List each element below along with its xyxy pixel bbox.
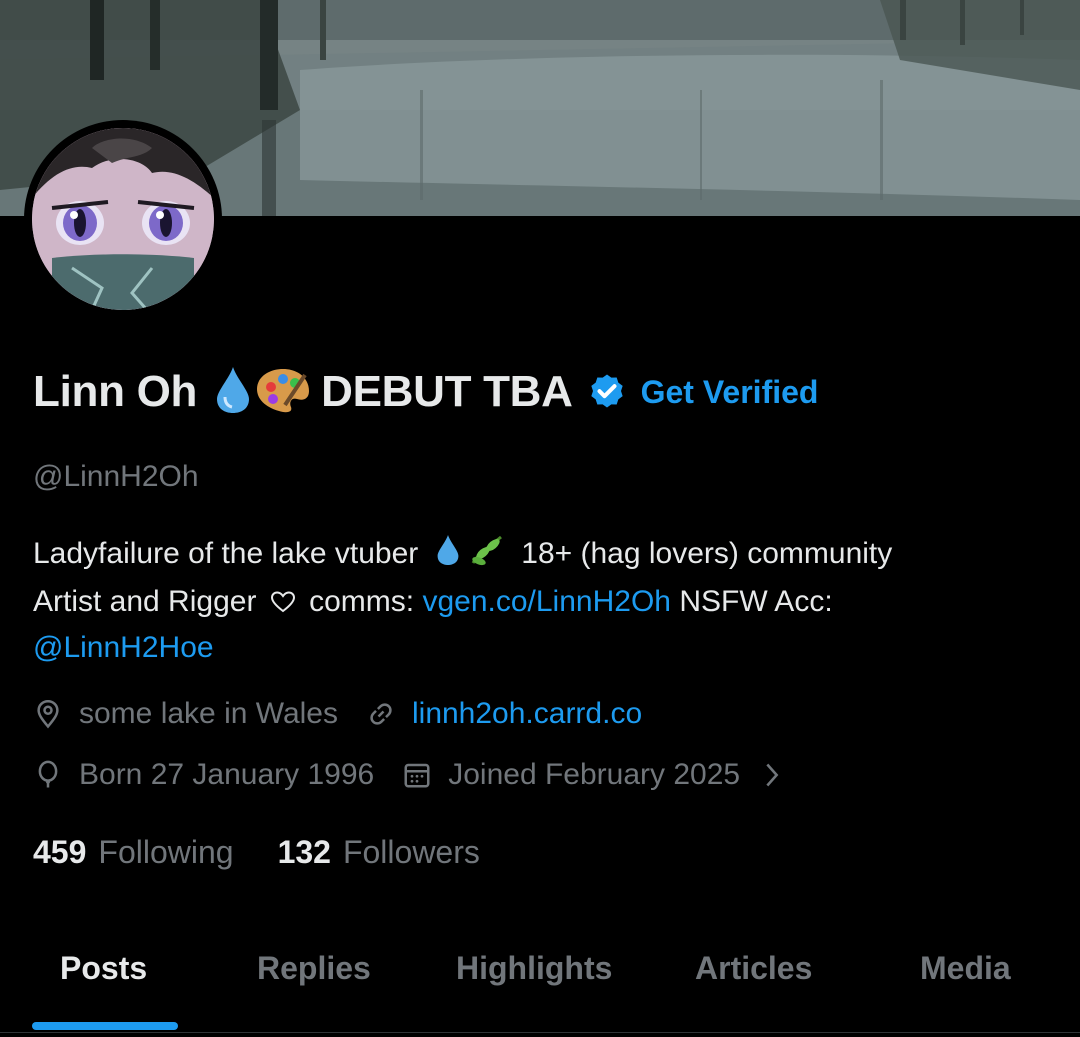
herb-emoji: [469, 533, 505, 580]
verified-badge-icon[interactable]: [587, 372, 627, 412]
active-tab-indicator: [32, 1022, 178, 1030]
palette-emoji: [255, 365, 311, 420]
tabs-divider: [0, 1032, 1080, 1033]
location-text: some lake in Wales: [79, 697, 338, 730]
tab-replies[interactable]: Replies: [257, 950, 371, 987]
bio-text: Artist and Rigger: [33, 585, 257, 618]
profile-meta-row-2: Born 27 January 1996 Joined February 202…: [33, 758, 810, 792]
display-name: Linn Oh: [33, 367, 198, 416]
map-pin-icon: [33, 699, 63, 729]
location-item: some lake in Wales: [33, 697, 338, 731]
chevron-right-icon[interactable]: [762, 761, 782, 789]
profile-name-row: Linn Oh DEBUT TBA Get Verified: [33, 362, 818, 422]
tab-highlights[interactable]: Highlights: [456, 950, 612, 987]
avatar-image: [32, 128, 214, 310]
website-item[interactable]: linnh2oh.carrd.co: [366, 697, 642, 731]
bio-text: 18+ (hag lovers) community: [521, 537, 893, 570]
followers-count[interactable]: 132: [278, 834, 331, 871]
profile-bio: Ladyfailure of the lake vtuber 18+ (hag …: [33, 532, 1053, 670]
followers-label[interactable]: Followers: [343, 834, 480, 871]
tab-articles[interactable]: Articles: [695, 950, 812, 987]
following-label[interactable]: Following: [98, 834, 233, 871]
balloon-icon: [33, 760, 63, 790]
bio-text: NSFW Acc:: [679, 585, 833, 618]
get-verified-link[interactable]: Get Verified: [641, 374, 819, 411]
display-name-suffix: DEBUT TBA: [321, 367, 573, 416]
calendar-icon: [402, 760, 432, 790]
birthday-item: Born 27 January 1996: [33, 758, 374, 792]
bio-text: comms:: [309, 585, 415, 618]
joined-item: Joined February 2025: [402, 758, 782, 792]
joined-text: Joined February 2025: [448, 758, 741, 791]
link-icon: [366, 699, 396, 729]
website-link[interactable]: linnh2oh.carrd.co: [412, 697, 642, 731]
tab-posts[interactable]: Posts: [60, 950, 147, 987]
profile-avatar[interactable]: [24, 120, 222, 318]
profile-meta-row-1: some lake in Wales linnh2oh.carrd.co: [33, 697, 670, 731]
water-drop-emoji: [213, 365, 253, 420]
tab-media[interactable]: Media: [920, 950, 1011, 987]
bio-text: Ladyfailure of the lake vtuber: [33, 537, 419, 570]
bio-link-vgen[interactable]: vgen.co/LinnH2Oh: [422, 585, 671, 618]
following-count[interactable]: 459: [33, 834, 86, 871]
follow-counts: 459 Following 132 Followers: [33, 834, 524, 871]
profile-handle: @LinnH2Oh: [33, 460, 199, 493]
water-drop-emoji: [435, 533, 461, 580]
bio-mention[interactable]: @LinnH2Hoe: [33, 631, 214, 664]
heart-icon: [270, 582, 295, 626]
birthday-text: Born 27 January 1996: [79, 758, 375, 791]
profile-tabs: Posts Replies Highlights Articles Media: [0, 930, 1080, 1032]
